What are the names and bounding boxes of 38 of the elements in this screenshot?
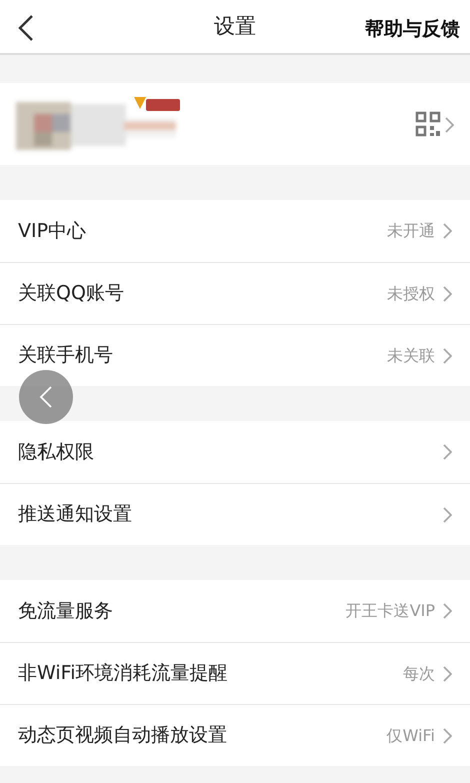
page-title: 设置 [214,12,256,40]
row-label: 动态页视频自动播放设置 [18,723,227,748]
settings-row[interactable]: 关联QQ账号 未授权 [0,262,470,324]
row-value: 未开通 [387,220,435,242]
help-feedback-link[interactable]: 帮助与反馈 [365,15,460,44]
chevron-icon [443,223,452,239]
row-label: 关联手机号 [18,343,113,368]
row-value: 开王卡送VIP [346,600,435,622]
level-badge-icon [134,95,182,113]
settings-row[interactable]: 隐私权限 [0,421,470,483]
chevron-icon [443,444,452,460]
row-value: 未关联 [387,344,435,366]
settings-row[interactable]: VIP中心 未开通 [0,200,470,262]
row-label: 关联QQ账号 [18,281,124,306]
profile-row[interactable] [0,83,470,165]
row-label: VIP中心 [18,218,86,244]
qr-code-icon [415,111,441,137]
row-label: 非WiFi环境消耗流量提醒 [18,661,228,686]
settings-row[interactable]: 非WiFi环境消耗流量提醒 每次 [0,642,470,704]
row-value: 仅WiFi [386,724,435,746]
settings-row[interactable]: 推送通知设置 [0,483,470,545]
row-value: 未授权 [387,282,435,304]
settings-row[interactable]: 动态页视频自动播放设置 仅WiFi [0,704,470,766]
back-icon [39,385,53,409]
chevron-icon [443,506,452,522]
row-label: 隐私权限 [18,440,94,465]
row-value: 每次 [403,662,435,684]
chevron-icon [443,348,452,364]
chevron-icon [443,603,452,619]
chevron-icon [443,728,452,744]
settings-row[interactable]: 关联手机号 未关联 [0,324,470,386]
settings-row[interactable]: 免流量服务 开王卡送VIP [0,580,470,642]
row-label: 推送通知设置 [18,502,132,528]
chevron-icon [443,666,452,682]
back-icon [16,14,36,42]
chevron-icon [443,286,452,302]
back-button[interactable] [16,14,36,42]
row-label: 免流量服务 [18,598,113,624]
